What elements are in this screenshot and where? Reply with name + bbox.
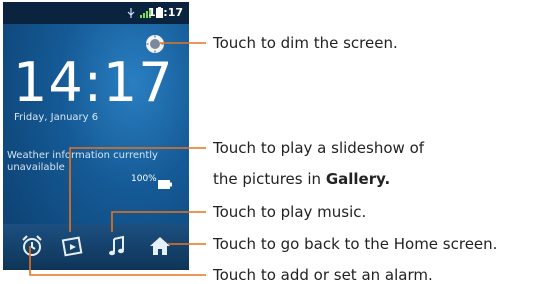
alarm-button[interactable]	[20, 234, 44, 258]
alarm-callout-text: Touch to add or set an alarm.	[213, 266, 433, 284]
home-button[interactable]	[148, 234, 172, 258]
battery-level-icon	[158, 174, 172, 193]
slideshow-callout-line1: Touch to play a slideshow of	[213, 139, 425, 157]
home-icon	[150, 237, 170, 255]
music-button[interactable]	[105, 234, 129, 258]
lock-screen-dock	[3, 224, 189, 270]
music-callout-text: Touch to play music.	[213, 203, 367, 221]
slideshow-callout-prefix: the pictures in	[213, 170, 322, 188]
slideshow-icon	[61, 236, 83, 257]
lock-screen: 14:17 14:17 Friday, January 6 Weather in…	[3, 2, 189, 270]
status-time: 14:17	[147, 6, 183, 19]
music-icon	[109, 235, 124, 256]
usb-icon	[127, 8, 135, 18]
dim-callout-text: Touch to dim the screen.	[213, 34, 398, 52]
alarm-icon	[22, 235, 42, 256]
clock-time: 14:17	[13, 51, 174, 114]
status-bar: 14:17	[3, 2, 189, 24]
battery-percent: 100%	[131, 174, 157, 184]
slideshow-callout-line2: the pictures in Gallery.	[213, 170, 390, 188]
clock-date: Friday, January 6	[14, 112, 99, 123]
weather-status: Weather information currently unavailabl…	[7, 150, 158, 173]
home-callout-text: Touch to go back to the Home screen.	[213, 235, 498, 253]
gallery-label: Gallery.	[325, 170, 391, 188]
slideshow-button[interactable]	[61, 234, 85, 258]
